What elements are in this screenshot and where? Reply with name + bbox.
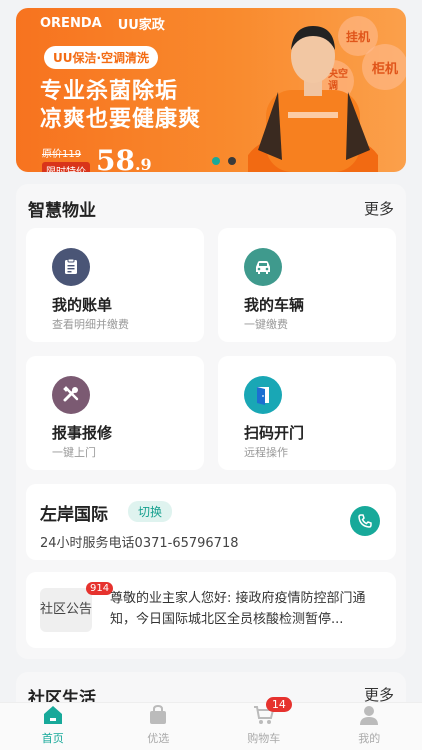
cart-count-badge: 14	[265, 697, 292, 712]
technician-illustration	[248, 26, 378, 172]
tab-label: 优选	[147, 732, 170, 745]
brand-logos: ORENDA UU家政	[40, 14, 165, 33]
card-repair[interactable]: 报事报修 一键上门	[26, 356, 204, 470]
card-my-vehicle[interactable]: 我的车辆 一键缴费	[218, 228, 396, 342]
tab-cart[interactable]: 14 购物车	[211, 697, 317, 750]
headline-line-2: 凉爽也要健康爽	[40, 107, 202, 132]
phone-call-button[interactable]	[350, 506, 380, 536]
smart-property-section: 智慧物业 更多 我的账单 查看明细并缴费 我的车辆 一键缴费 报事报修 一键上门…	[16, 184, 406, 659]
carousel-indicator[interactable]	[212, 157, 236, 165]
headline-line-1: 专业杀菌除垢	[40, 79, 179, 104]
service-hotline: 24小时服务电话0371-65796718	[40, 536, 239, 551]
card-title: 我的账单	[52, 296, 113, 314]
card-title: 我的车辆	[244, 296, 305, 314]
tab-mine[interactable]: 我的	[317, 703, 422, 750]
community-name: 左岸国际	[40, 505, 108, 525]
repair-tools-icon	[52, 376, 90, 414]
carousel-dot-1[interactable]	[212, 157, 220, 165]
more-link[interactable]: 更多	[364, 198, 394, 219]
bill-icon	[52, 248, 90, 286]
user-icon	[357, 703, 381, 727]
sale-price: 58.9	[96, 144, 152, 173]
card-subtitle: 远程操作	[244, 446, 288, 459]
card-title: 扫码开门	[244, 424, 305, 442]
section-title: 智慧物业	[28, 201, 96, 221]
tab-label: 我的	[358, 732, 381, 745]
notice-text: 尊敬的业主家人您好: 接政府疫情防控部门通知，今日国际城北区全员核酸检测暂停..…	[110, 591, 366, 627]
tab-label: 首页	[41, 732, 64, 745]
car-icon	[244, 248, 282, 286]
price-box: 原价119 限时特价 58.9	[42, 145, 152, 172]
tab-preferred[interactable]: 优选	[106, 703, 212, 750]
phone-icon	[358, 514, 372, 528]
brand-uu: UU家政	[117, 18, 165, 33]
card-subtitle: 查看明细并缴费	[52, 318, 129, 331]
bottom-tab-bar: 首页 优选 14 购物车 我的	[0, 697, 422, 750]
home-icon	[41, 703, 65, 727]
banner-headline: 专业杀菌除垢 凉爽也要健康爽	[40, 78, 201, 134]
switch-community-button[interactable]: 切换	[128, 501, 173, 522]
banner-service-tag: UU保洁·空调清洗	[44, 46, 159, 69]
card-subtitle: 一键上门	[52, 446, 96, 459]
card-subtitle: 一键缴费	[244, 318, 288, 331]
community-notice[interactable]: 社区公告 914 尊敬的业主家人您好: 接政府疫情防控部门通知，今日国际城北区全…	[26, 572, 396, 648]
special-price-label: 限时特价	[42, 162, 90, 172]
brand-orenda: ORENDA	[40, 16, 102, 31]
shopping-bag-icon	[146, 703, 170, 727]
original-price: 原价119	[42, 149, 82, 160]
card-title: 报事报修	[52, 424, 113, 442]
notice-tag: 社区公告	[40, 588, 92, 632]
tab-label: 购物车	[247, 732, 281, 745]
promo-banner[interactable]: ORENDA UU家政 UU保洁·空调清洗 专业杀菌除垢 凉爽也要健康爽 原价1…	[16, 8, 406, 172]
carousel-dot-2[interactable]	[228, 157, 236, 165]
tab-home[interactable]: 首页	[0, 703, 106, 750]
card-my-bill[interactable]: 我的账单 查看明细并缴费	[26, 228, 204, 342]
community-card: 左岸国际 切换 24小时服务电话0371-65796718	[26, 484, 396, 560]
door-icon	[244, 376, 282, 414]
card-scan-open-door[interactable]: 扫码开门 远程操作	[218, 356, 396, 470]
